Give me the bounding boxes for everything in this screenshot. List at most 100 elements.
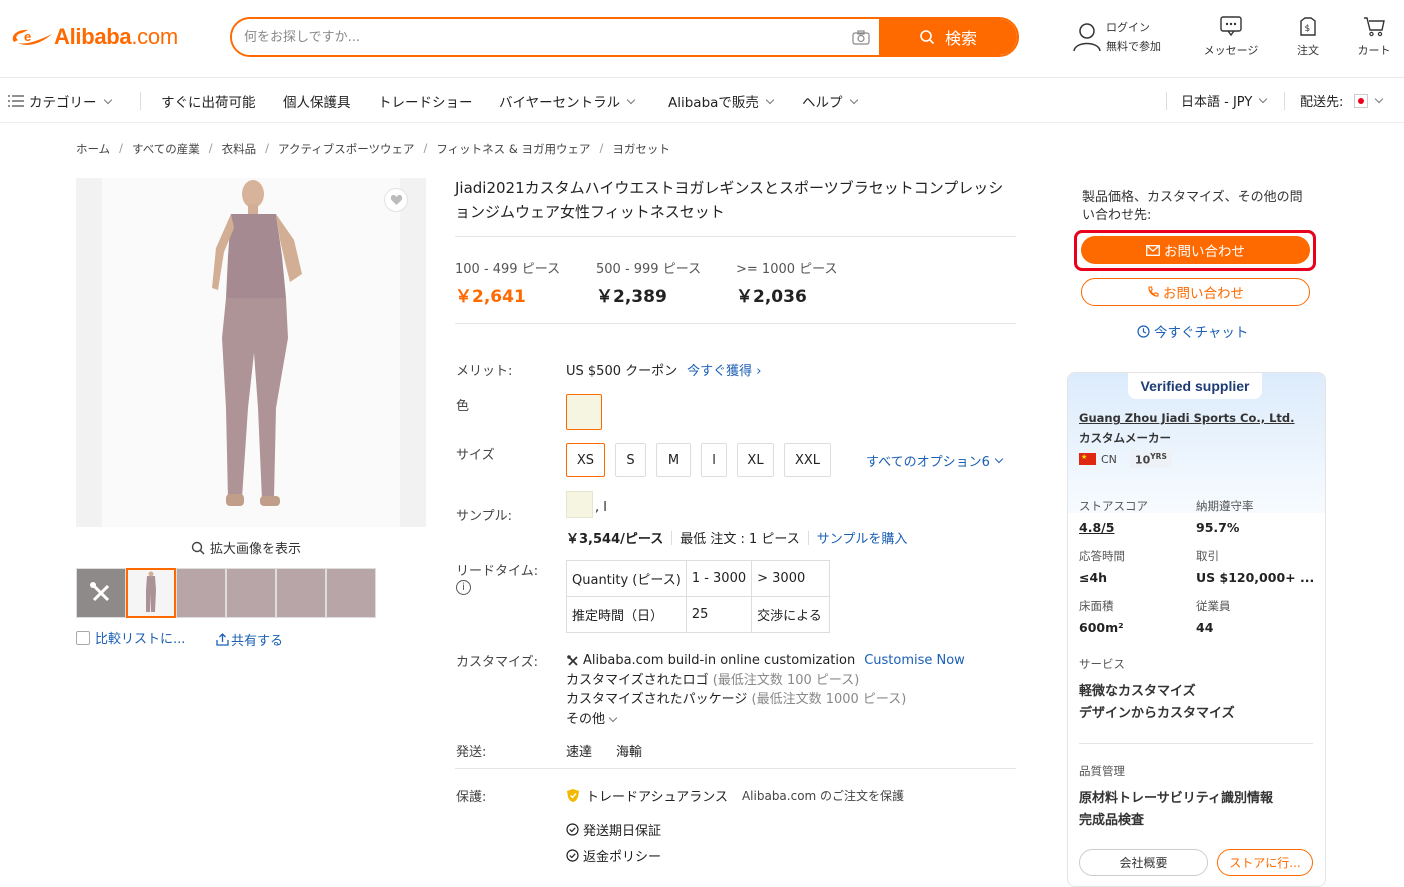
size-option-m[interactable]: M: [656, 443, 691, 477]
breadcrumb-item[interactable]: ヨガセット: [612, 141, 670, 157]
nav-item-ppe[interactable]: 個人保護具: [283, 91, 351, 111]
sample-moq: 最低 注文 : 1 ピース: [680, 532, 800, 547]
services-label: サービス: [1079, 657, 1125, 671]
product-main-image[interactable]: [76, 178, 426, 527]
china-flag-icon: ★: [1079, 453, 1096, 466]
search-bar: 検索: [230, 17, 1019, 57]
sample-swatch: [566, 491, 593, 518]
shipping-express[interactable]: 速達: [566, 741, 592, 760]
sample-row: ￥3,544/ピース 最低 注文 : 1 ピース サンプルを購入: [566, 528, 907, 547]
mail-icon: [1146, 244, 1160, 256]
messages-link[interactable]: メッセージ: [1200, 16, 1262, 58]
breadcrumb-item[interactable]: ホーム: [76, 141, 110, 157]
table-cell: Quantity (ピース): [566, 560, 687, 597]
nav-item-help[interactable]: ヘルプ: [802, 91, 858, 111]
thumbnail[interactable]: [326, 568, 376, 618]
breadcrumb-item[interactable]: 衣料品: [222, 141, 257, 157]
breadcrumb-item[interactable]: フィットネス & ヨガ用ウェア: [436, 141, 590, 157]
logo-mark-icon: e: [12, 29, 52, 45]
thumbnail[interactable]: [176, 568, 226, 618]
size-option-xs[interactable]: XS: [566, 443, 605, 477]
share-link[interactable]: 共有する: [216, 630, 283, 649]
cart-label: カート: [1357, 44, 1391, 57]
supplier-name-link[interactable]: Guang Zhou Jiadi Sports Co., Ltd.: [1079, 411, 1295, 425]
nav-categories-label: カテゴリー: [29, 95, 97, 111]
chevron-down-icon: [103, 95, 112, 104]
chevron-down-icon: [608, 713, 618, 722]
qc-item: 完成品検査: [1079, 813, 1145, 828]
join-free-label: 無料で参加: [1106, 40, 1161, 53]
alibaba-logo[interactable]: e Alibaba.com: [8, 22, 178, 52]
divider: [1079, 743, 1313, 744]
size-option-xxl[interactable]: XXL: [784, 443, 831, 477]
share-icon: [216, 633, 229, 646]
qc-item: 原材料トレーサビリティ識別情報: [1079, 791, 1273, 806]
visit-store-button[interactable]: ストアに行...: [1217, 849, 1313, 876]
nav-categories[interactable]: カテゴリー: [8, 91, 112, 111]
zoom-icon: [191, 541, 205, 555]
size-option-l[interactable]: l: [701, 443, 727, 477]
ship-to-selector[interactable]: 配送先:: [1300, 91, 1384, 110]
chevron-down-icon: [626, 95, 636, 104]
company-profile-button[interactable]: 会社概要: [1079, 849, 1208, 876]
compare-link[interactable]: 比較リストに...: [76, 628, 185, 647]
get-coupon-link[interactable]: 今すぐ獲得 ›: [687, 360, 761, 379]
search-button[interactable]: 検索: [879, 19, 1017, 55]
coupon-text: US $500 クーポン: [566, 364, 678, 379]
call-inquiry-button[interactable]: お問い合わせ: [1081, 278, 1310, 306]
nav-item-tradeshow[interactable]: トレードショー: [378, 91, 473, 111]
product-title: Jiadi2021カスタムハイウエストヨガレギンスとスポーツブラセットコンプレッ…: [455, 179, 1004, 221]
camera-icon[interactable]: [843, 19, 879, 55]
lead-time-label: リードタイム:: [456, 564, 539, 579]
custom-package-text: カスタマイズされたパッケージ: [566, 692, 748, 707]
view-larger-link[interactable]: 拡大画像を表示: [191, 538, 301, 557]
shipping-label: 発送:: [456, 745, 487, 760]
color-swatch-selected[interactable]: [566, 394, 602, 430]
shipping-ocean[interactable]: 海輸: [616, 741, 642, 760]
customise-now-link[interactable]: Customise Now: [864, 651, 965, 671]
language-selector[interactable]: 日本語 - JPY: [1181, 91, 1268, 110]
sample-price: ￥3,544/ピース: [566, 532, 664, 547]
service-item: 軽微なカスタマイズ: [1079, 684, 1196, 699]
buy-sample-link[interactable]: サンプルを購入: [817, 528, 908, 547]
signin-link[interactable]: ログイン 無料で参加: [1072, 18, 1161, 56]
thumbnail-customize[interactable]: [76, 568, 126, 618]
nav-item-sell[interactable]: Alibabaで販売: [668, 91, 775, 111]
customize-more-toggle[interactable]: その他: [566, 710, 965, 730]
price-tier: 100 - 499 ピース ￥2,641: [455, 262, 561, 307]
all-options-link[interactable]: すべてのオプション6: [866, 451, 1004, 470]
header: e Alibaba.com 検索 ログイン 無料で参加 メッセージ $ 注文 カ…: [0, 0, 1404, 78]
nav-item-ready-to-ship[interactable]: すぐに出荷可能: [161, 91, 256, 111]
thumbnail-selected[interactable]: [126, 568, 176, 618]
breadcrumb-item[interactable]: すべての産業: [132, 141, 200, 157]
menu-icon: [8, 95, 24, 107]
breadcrumb-item[interactable]: アクティブスポーツウェア: [278, 141, 415, 157]
search-input[interactable]: [232, 19, 843, 55]
call-inquiry-label: お問い合わせ: [1163, 286, 1244, 302]
cart-link[interactable]: カート: [1352, 16, 1396, 58]
share-label: 共有する: [231, 634, 284, 649]
size-option-s[interactable]: S: [615, 443, 646, 477]
search-button-label: 検索: [944, 29, 977, 48]
send-inquiry-button[interactable]: お問い合わせ: [1081, 236, 1310, 264]
shield-icon: [567, 789, 579, 802]
thumbnail[interactable]: [276, 568, 326, 618]
thumbnail[interactable]: [226, 568, 276, 618]
messages-label: メッセージ: [1203, 44, 1259, 57]
nav-item-buyer-central[interactable]: バイヤーセントラル: [499, 91, 636, 111]
table-row: 推定時間（日） 25 交渉による: [566, 596, 831, 633]
supplier-years: 10YRS: [1129, 451, 1172, 468]
color-label: 色: [456, 399, 470, 414]
chat-now-link[interactable]: 今すぐチャット: [1137, 321, 1248, 341]
orders-link[interactable]: $ 注文: [1290, 16, 1326, 58]
info-icon[interactable]: i: [456, 580, 471, 595]
merit-label: メリット:: [456, 364, 513, 379]
send-inquiry-label: お問い合わせ: [1164, 244, 1245, 260]
favorite-heart-icon[interactable]: [384, 188, 408, 212]
customize-tool-icon: [567, 654, 578, 666]
price-tier: 500 - 999 ピース ￥2,389: [596, 262, 702, 307]
top-nav: カテゴリー すぐに出荷可能 個人保護具 トレードショー バイヤーセントラル Al…: [0, 79, 1404, 123]
custom-package-moq: (最低注文数 1000 ピース): [751, 692, 907, 707]
compare-checkbox[interactable]: [76, 630, 90, 645]
size-option-xl[interactable]: XL: [737, 443, 774, 477]
